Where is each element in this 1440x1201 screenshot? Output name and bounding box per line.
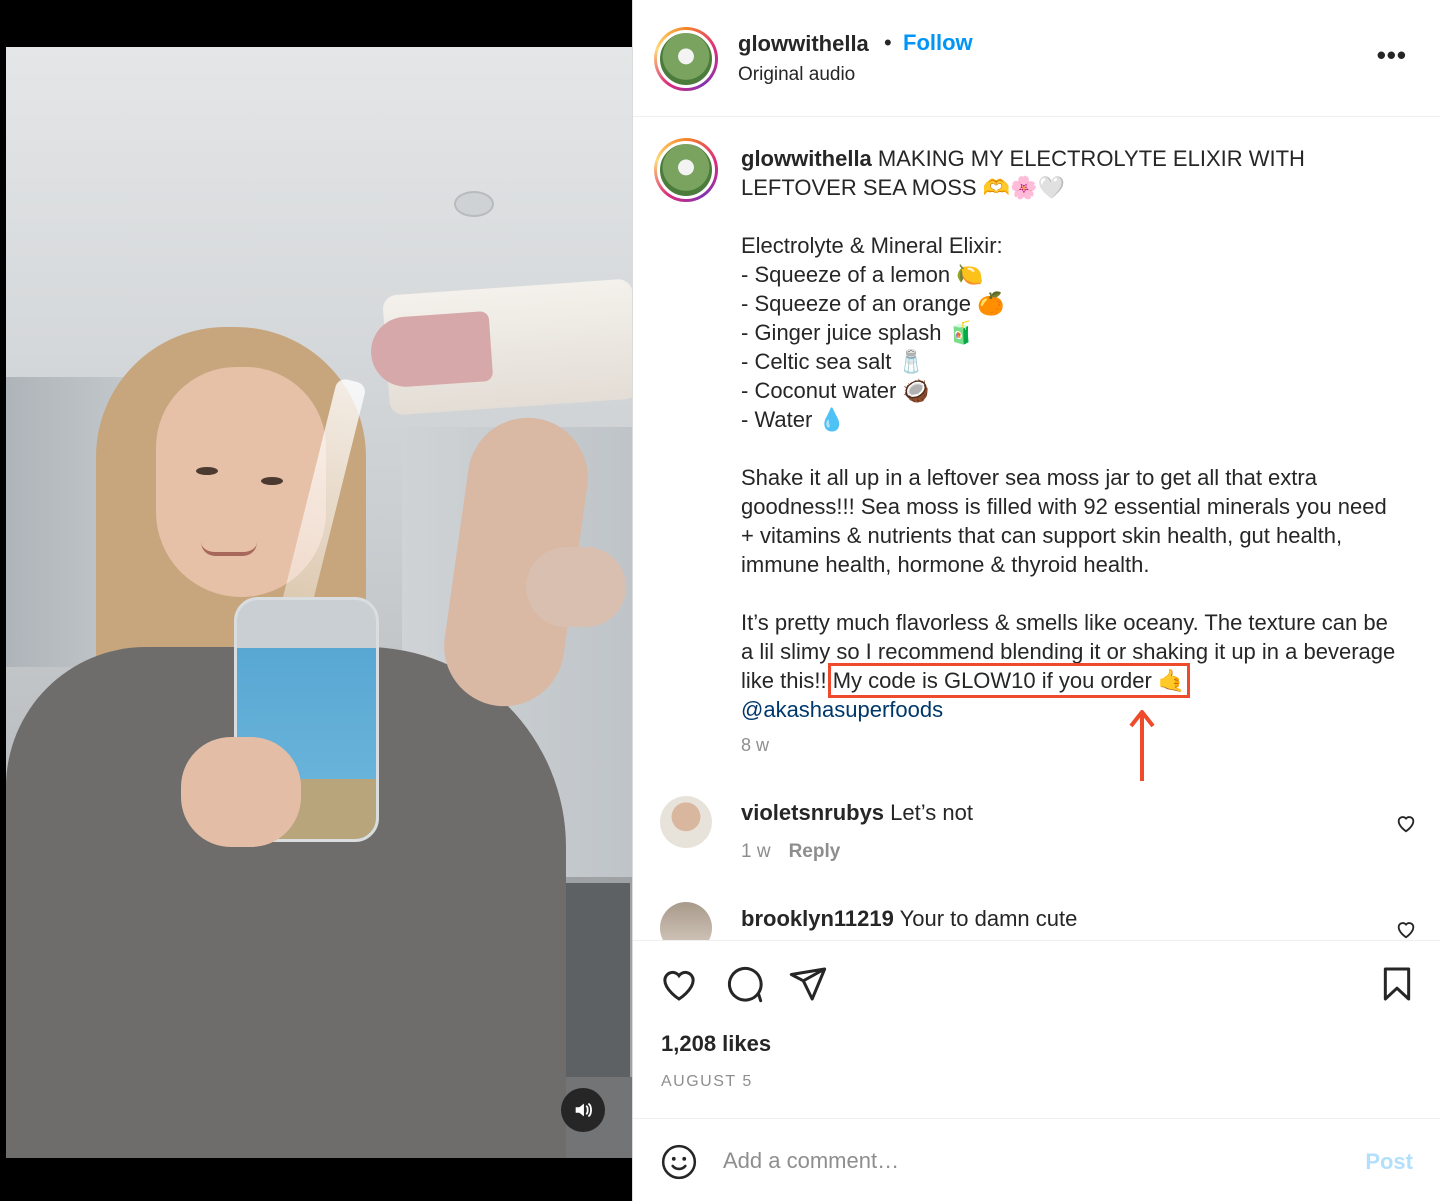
- bookmark-save-icon[interactable]: [1377, 964, 1417, 1004]
- post-actions: 1,208 likes AUGUST 5: [633, 940, 1440, 1120]
- comment-input[interactable]: [723, 1141, 1323, 1181]
- person-hand: [181, 737, 301, 847]
- post-panel: glowwithella • Follow Original audio •••…: [632, 0, 1440, 1201]
- likes-count[interactable]: 1,208 likes: [661, 1031, 771, 1057]
- commenter-avatar[interactable]: [660, 796, 712, 848]
- more-options-button[interactable]: •••: [1377, 42, 1407, 68]
- post-date[interactable]: AUGUST 5: [661, 1073, 753, 1091]
- caption-avatar[interactable]: [654, 138, 718, 202]
- post-media[interactable]: [0, 0, 632, 1201]
- comment-body: Your to damn cute: [899, 906, 1078, 931]
- commenter-username[interactable]: brooklyn11219: [741, 906, 894, 931]
- recipe-item: - Water 💧: [741, 407, 846, 432]
- video-frame[interactable]: [6, 47, 632, 1158]
- emoji-smiley-icon[interactable]: [660, 1143, 698, 1181]
- recipe-item: - Coconut water 🥥: [741, 378, 930, 403]
- comment-text: brooklyn11219 Your to damn cute: [741, 906, 1077, 932]
- comment-like-icon[interactable]: [1395, 918, 1417, 940]
- comment-bubble-icon[interactable]: [724, 964, 764, 1004]
- person-mouth: [201, 542, 257, 556]
- comment-meta: 1 w Reply: [741, 841, 858, 863]
- recipe-title: Electrolyte & Mineral Elixir:: [741, 233, 1003, 258]
- recipe-item: - Celtic sea salt 🧂: [741, 349, 925, 374]
- comment-like-icon[interactable]: [1395, 812, 1417, 834]
- recipe-item: - Squeeze of a lemon 🍋: [741, 262, 984, 287]
- add-comment-bar: Post: [633, 1118, 1440, 1201]
- reply-button[interactable]: Reply: [789, 841, 841, 862]
- recipe-item: - Squeeze of an orange 🍊: [741, 291, 1005, 316]
- post-caption: glowwithella MAKING MY ELECTROLYTE ELIXI…: [741, 144, 1401, 724]
- brand-mention-link[interactable]: @akashasuperfoods: [741, 697, 943, 722]
- speaker-icon: [575, 1103, 592, 1117]
- comments-scroll-area[interactable]: glowwithella MAKING MY ELECTROLYTE ELIXI…: [633, 118, 1440, 940]
- caption-username[interactable]: glowwithella: [741, 146, 872, 171]
- comment-body: Let’s not: [890, 800, 973, 825]
- audio-label[interactable]: Original audio: [738, 64, 855, 86]
- comment-time[interactable]: 1 w: [741, 841, 771, 862]
- caption-timestamp[interactable]: 8 w: [741, 735, 769, 756]
- red-arrow-annotation: [1129, 710, 1155, 781]
- author-avatar[interactable]: [654, 27, 718, 91]
- follow-button[interactable]: Follow: [903, 30, 973, 56]
- bottle-neck: [368, 310, 494, 390]
- person-eye: [196, 467, 218, 475]
- person-eye: [261, 477, 283, 485]
- recipe-item: - Ginger juice splash 🧃: [741, 320, 976, 345]
- bg-ceiling-light: [454, 191, 494, 217]
- audio-toggle-button[interactable]: [561, 1088, 605, 1132]
- post-header: glowwithella • Follow Original audio •••: [633, 0, 1440, 117]
- post-comment-button[interactable]: Post: [1365, 1149, 1413, 1175]
- author-username[interactable]: glowwithella: [738, 31, 869, 57]
- scrunchie: [526, 547, 626, 627]
- header-separator: •: [884, 30, 892, 55]
- comment-text: violetsnrubys Let’s not: [741, 800, 973, 826]
- caption-paragraph: Shake it all up in a leftover sea moss j…: [741, 465, 1393, 577]
- commenter-username[interactable]: violetsnrubys: [741, 800, 884, 825]
- promo-code-highlight: My code is GLOW10 if you order 🤙: [827, 663, 1191, 698]
- share-send-icon[interactable]: [788, 964, 828, 1004]
- like-heart-icon[interactable]: [659, 964, 699, 1004]
- commenter-avatar[interactable]: [660, 902, 712, 940]
